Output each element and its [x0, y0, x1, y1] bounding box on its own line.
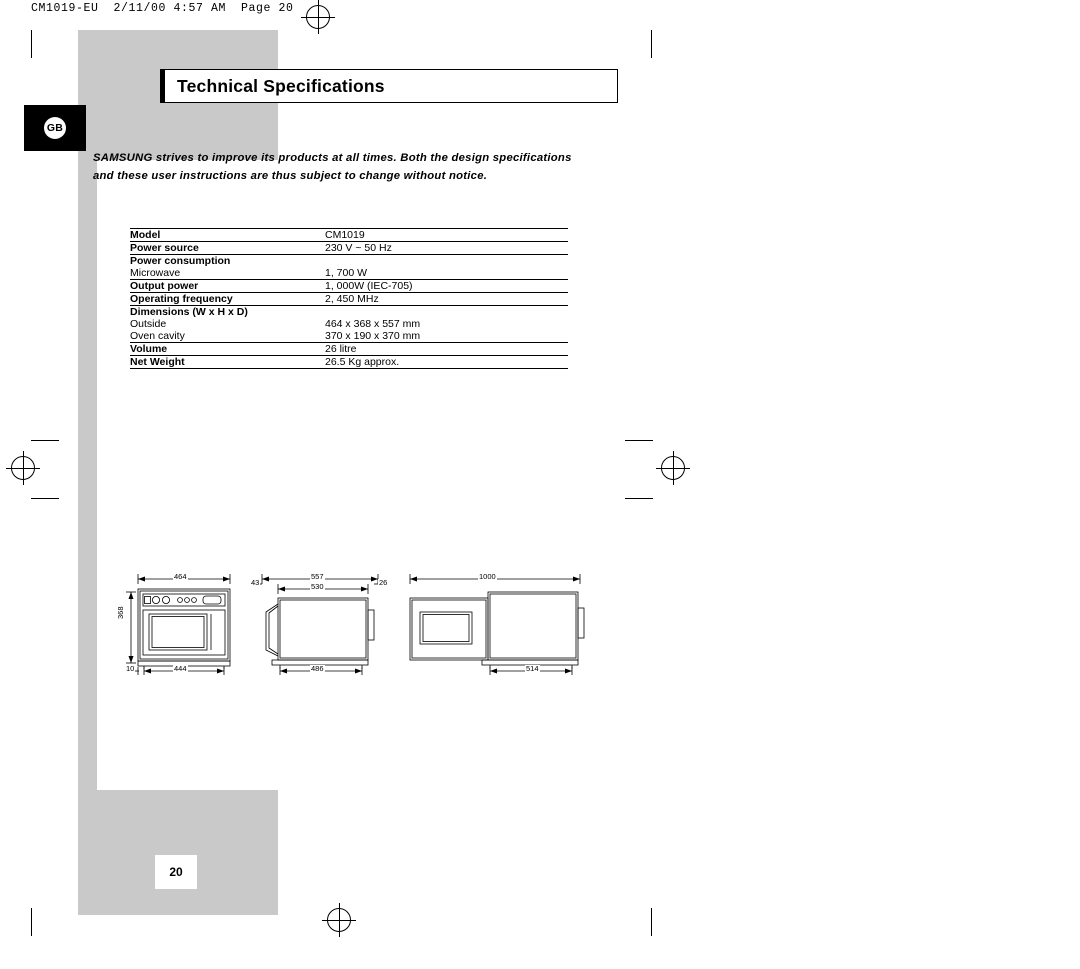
- row-value: 370 x 190 x 370 mm: [325, 330, 568, 343]
- registration-mark-right: [656, 451, 690, 485]
- row-label: Operating frequency: [130, 292, 325, 306]
- table-row: Oven cavity 370 x 190 x 370 mm: [130, 330, 568, 343]
- registration-mark-bottom: [322, 903, 356, 937]
- row-label-text: Dimensions (W x H x D): [130, 306, 248, 318]
- row-value: [325, 255, 568, 268]
- row-label: Power source: [130, 241, 325, 255]
- table-row: Model CM1019: [130, 228, 568, 242]
- print-slug: CM1019-EU 2/11/00 4:57 AM Page 20: [31, 2, 294, 15]
- row-value: 26 litre: [325, 342, 568, 356]
- side-view-depth-label: 557: [310, 572, 325, 581]
- row-label: Model: [130, 228, 325, 242]
- row-value: 230 V ~ 50 Hz: [325, 241, 568, 255]
- row-value: 464 x 368 x 557 mm: [325, 318, 421, 330]
- table-row: Net Weight 26.5 Kg approx.: [130, 355, 568, 369]
- front-view-foot-label: 10: [125, 664, 136, 673]
- page-title-box: Technical Specifications: [160, 69, 618, 103]
- side-view-drawing: [254, 574, 386, 675]
- row-value: CM1019: [325, 228, 568, 242]
- crop-mark-mid-left-h2: [31, 498, 59, 499]
- crop-mark-bottom-left-v: [31, 908, 32, 936]
- registration-mark-left: [6, 451, 40, 485]
- row-value: 2, 450 MHz: [325, 292, 568, 306]
- row-label: Output power: [130, 279, 325, 293]
- crop-mark-mid-right-h2: [625, 498, 653, 499]
- front-view-base-width-label: 444: [173, 664, 188, 673]
- side-view-front-offset-label: 43: [250, 578, 261, 587]
- open-door-total-label: 1000: [478, 572, 497, 581]
- intro-paragraph: SAMSUNG strives to improve its products …: [93, 152, 572, 182]
- row-label: Power consumption: [130, 255, 231, 267]
- grey-panel-bottom: [78, 790, 278, 915]
- table-row: Power consumption: [130, 255, 568, 268]
- table-row: Operating frequency 2, 450 MHz: [130, 292, 568, 306]
- row-value: 1, 700 W: [325, 267, 568, 280]
- row-label: Net Weight: [130, 355, 325, 369]
- row-label: Microwave: [130, 267, 325, 280]
- row-label: Dimensions (W x H x D): [130, 306, 325, 318]
- registration-mark-top: [301, 0, 335, 34]
- grey-panel-left-edge: [78, 160, 97, 790]
- technical-specifications-table: Model CM1019 Power source 230 V ~ 50 Hz …: [130, 228, 568, 369]
- row-label: Volume: [130, 342, 325, 356]
- row-value: 1, 000W (IEC-705): [325, 279, 568, 293]
- table-row: Volume 26 litre: [130, 342, 568, 356]
- front-view-height-label: 368: [116, 605, 125, 620]
- table-row: Dimensions (W x H x D): [130, 306, 568, 319]
- crop-mark-mid-right-h: [625, 440, 653, 441]
- row-label: Outside: [130, 318, 167, 330]
- open-door-view-drawing: [409, 574, 585, 675]
- table-body: Model CM1019 Power source 230 V ~ 50 Hz …: [130, 228, 568, 369]
- side-view-body-depth-label: 530: [310, 582, 325, 591]
- row-value: [325, 306, 568, 319]
- page-title: Technical Specifications: [177, 75, 385, 96]
- front-view-width-label: 464: [173, 572, 188, 581]
- table-row: Microwave 1, 700 W: [130, 267, 568, 280]
- crop-mark-mid-left-h: [31, 440, 59, 441]
- table-row: Output power 1, 000W (IEC-705): [130, 279, 568, 293]
- row-value: 26.5 Kg approx.: [325, 355, 568, 369]
- crop-mark-top-right-v: [651, 30, 652, 58]
- crop-mark-top-left-v: [31, 30, 32, 58]
- language-tab: GB: [24, 105, 86, 151]
- side-view-base-depth-label: 486: [310, 664, 325, 673]
- crop-mark-bottom-right-v: [651, 908, 652, 936]
- table-row: Outside 464 x 368 x 557 mm: [130, 318, 568, 330]
- page-number: 20: [155, 855, 197, 889]
- table-row: Power source 230 V ~ 50 Hz: [130, 241, 568, 255]
- technical-drawings: 464 368 444 10 557 530 43 26 486 1000 51…: [116, 570, 590, 690]
- side-view-rear-offset-label: 26: [378, 578, 389, 587]
- open-door-base-label: 514: [525, 664, 540, 673]
- row-label: Oven cavity: [130, 330, 325, 343]
- language-tab-label: GB: [44, 117, 66, 139]
